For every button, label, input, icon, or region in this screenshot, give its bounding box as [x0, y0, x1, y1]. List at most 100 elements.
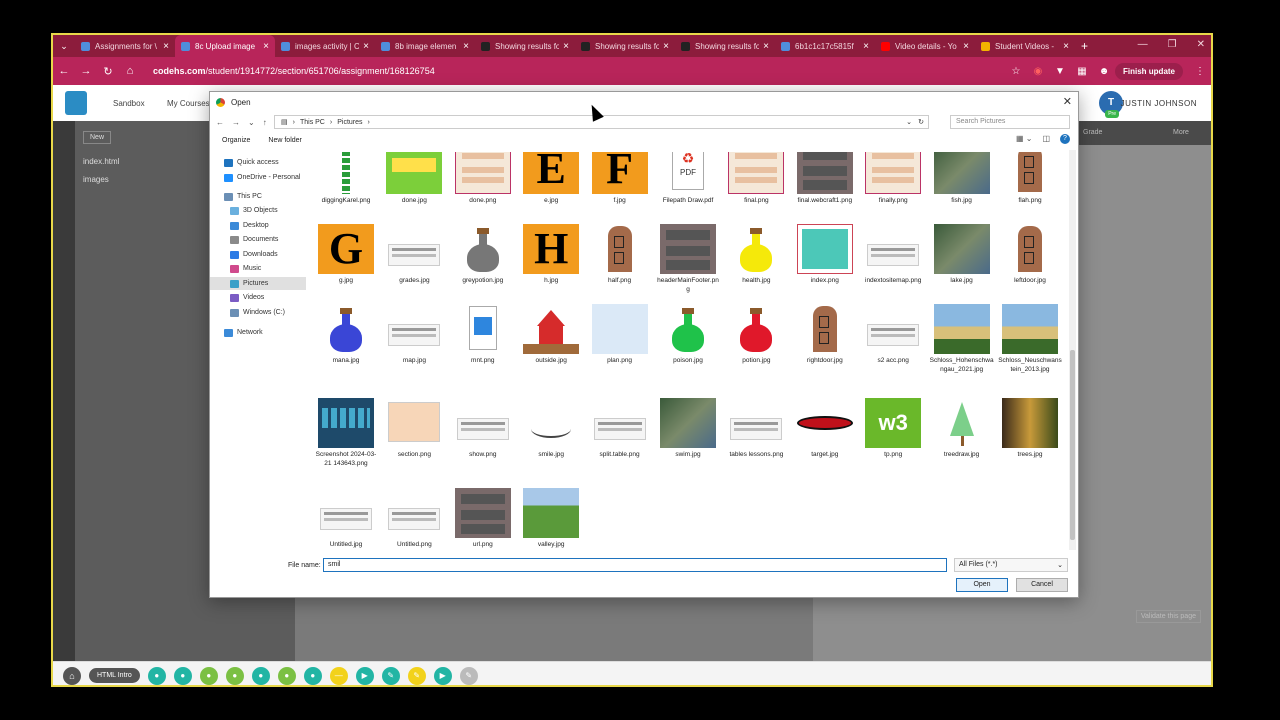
tab-close-icon[interactable]: × — [263, 41, 269, 52]
tab-search-icon[interactable]: ⌄ — [53, 41, 75, 52]
cancel-button[interactable]: Cancel — [1016, 578, 1068, 592]
file-item[interactable]: grades.jpg — [382, 224, 446, 286]
file-item[interactable]: Untitled.png — [382, 488, 446, 550]
file-item[interactable]: potion.jpg — [724, 304, 788, 366]
file-item[interactable]: ♻ PDF Filepath Draw.pdf — [656, 152, 720, 206]
forward-icon[interactable]: → — [232, 118, 240, 127]
forward-icon[interactable]: → — [75, 65, 97, 77]
file-name-input[interactable]: smil — [323, 558, 947, 572]
nav-item-music[interactable]: Music — [210, 262, 306, 275]
browser-tab[interactable]: Assignments for \ × — [75, 35, 175, 57]
lesson-step-icon[interactable]: ● — [225, 666, 244, 685]
new-file-button[interactable]: New — [83, 131, 112, 144]
file-item[interactable]: fish.jpg — [930, 152, 994, 206]
tab-close-icon[interactable]: × — [463, 41, 469, 52]
file-type-select[interactable]: All Files (*.*) ⌄ — [954, 558, 1068, 572]
open-button[interactable]: Open — [956, 578, 1008, 592]
file-item[interactable]: trees.jpg — [998, 398, 1062, 460]
menu-icon[interactable]: ⋮ — [1189, 66, 1211, 77]
file-item[interactable]: flah.png — [998, 152, 1062, 206]
nav-item-pictures[interactable]: Pictures — [210, 277, 306, 290]
file-item[interactable]: s2 acc.png — [861, 304, 925, 366]
file-item[interactable]: final.webcraft1.png — [793, 152, 857, 206]
reload-icon[interactable]: ↻ — [97, 65, 119, 78]
record-icon[interactable]: ◉ — [1027, 66, 1049, 77]
file-item[interactable]: indextositemap.png — [861, 224, 925, 286]
file-item[interactable]: Gg.jpg — [314, 224, 378, 286]
file-item[interactable]: Untitled.jpg — [314, 488, 378, 550]
browser-tab[interactable]: Student Videos - × — [975, 35, 1075, 57]
extension-icon[interactable]: ▼ — [1049, 66, 1071, 77]
browser-tab[interactable]: 6b1c1c17c5815f × — [775, 35, 875, 57]
file-item[interactable]: valley.jpg — [519, 488, 583, 550]
file-item[interactable]: Ff.jpg — [588, 152, 652, 206]
file-item[interactable]: url.png — [451, 488, 515, 550]
folder-images[interactable]: images — [83, 175, 109, 184]
tab-close-icon[interactable]: × — [563, 41, 569, 52]
nav-item-windows-c-[interactable]: Windows (C:) — [210, 306, 306, 319]
breadcrumb-this-pc[interactable]: This PC — [300, 119, 325, 126]
lesson-step-icon[interactable]: ● — [199, 666, 218, 685]
lesson-home-icon[interactable]: ⌂ — [63, 666, 81, 685]
recent-icon[interactable]: ⌄ — [248, 118, 255, 127]
file-item[interactable]: diggingKarel.png — [314, 152, 378, 206]
file-item[interactable]: lake.jpg — [930, 224, 994, 286]
dialog-close-icon[interactable]: ✕ — [1063, 95, 1072, 108]
browser-tab[interactable]: images activity | C × — [275, 35, 375, 57]
lesson-step-icon[interactable]: ● — [251, 666, 270, 685]
file-item[interactable]: leftdoor.jpg — [998, 224, 1062, 286]
nav-my-courses[interactable]: My Courses — [167, 99, 210, 108]
validate-button[interactable]: Validate this page — [1135, 610, 1201, 623]
more-tab[interactable]: More — [1173, 129, 1189, 136]
tab-close-icon[interactable]: × — [363, 41, 369, 52]
new-folder-button[interactable]: New folder — [268, 137, 301, 144]
browser-tab[interactable]: Showing results fo × — [575, 35, 675, 57]
home-icon[interactable]: ⌂ — [119, 65, 141, 77]
tab-close-icon[interactable]: × — [963, 41, 969, 52]
nav-item-desktop[interactable]: Desktop — [210, 219, 306, 232]
tab-close-icon[interactable]: × — [663, 41, 669, 52]
tab-close-icon[interactable]: × — [863, 41, 869, 52]
browser-tab[interactable]: Video details - Yo × — [875, 35, 975, 57]
browser-tab[interactable]: 8b image elemen × — [375, 35, 475, 57]
search-input[interactable]: Search Pictures — [950, 115, 1070, 129]
nav-item-this-pc[interactable]: This PC — [210, 190, 306, 203]
file-item[interactable]: show.png — [451, 398, 515, 460]
restore-icon[interactable]: ❐ — [1168, 39, 1177, 50]
breadcrumb-pictures[interactable]: Pictures — [337, 119, 362, 126]
file-item[interactable]: Schloss_Hohenschwangau_2021.jpg — [930, 304, 994, 375]
grade-tab[interactable]: Grade — [1083, 129, 1102, 136]
file-item[interactable]: Screenshot 2024-03-21 143643.png — [314, 398, 378, 469]
browser-tab[interactable]: Showing results fo × — [675, 35, 775, 57]
nav-item-onedrive-personal[interactable]: OneDrive - Personal — [210, 171, 306, 184]
chevron-down-icon[interactable]: ⌄ — [906, 118, 912, 126]
file-item[interactable]: headerMainFooter.png — [656, 224, 720, 295]
url-field[interactable]: codehs.com/student/1914772/section/65170… — [153, 66, 1005, 76]
file-item[interactable]: outside.jpg — [519, 304, 583, 366]
minimize-icon[interactable]: — — [1138, 39, 1148, 50]
file-item[interactable]: greypotion.jpg — [451, 224, 515, 286]
file-item[interactable]: Hh.jpg — [519, 224, 583, 286]
file-item[interactable]: split.table.png — [588, 398, 652, 460]
file-item[interactable]: target.jpg — [793, 398, 857, 460]
up-icon[interactable]: ↑ — [263, 118, 267, 127]
view-options-icon[interactable]: ▦ ⌄ — [1016, 134, 1032, 144]
file-item[interactable]: rightdoor.jpg — [793, 304, 857, 366]
organize-menu[interactable]: Organize — [222, 137, 250, 144]
lesson-step-icon[interactable]: ● — [277, 666, 296, 685]
nav-item-downloads[interactable]: Downloads — [210, 248, 306, 261]
help-icon[interactable]: ? — [1060, 134, 1070, 144]
nav-item-documents[interactable]: Documents — [210, 233, 306, 246]
file-item[interactable]: map.jpg — [382, 304, 446, 366]
finish-update-button[interactable]: Finish update — [1115, 62, 1183, 80]
file-item[interactable]: plan.png — [588, 304, 652, 366]
tab-close-icon[interactable]: × — [163, 41, 169, 52]
file-item[interactable]: smile.jpg — [519, 398, 583, 460]
edit-step-icon[interactable]: ✎ — [381, 666, 400, 685]
lesson-step-icon[interactable]: ● — [147, 666, 166, 685]
file-item[interactable]: tables lessons.png — [724, 398, 788, 460]
user-name[interactable]: JUSTIN JOHNSON — [1121, 99, 1197, 108]
file-item[interactable]: half.png — [588, 224, 652, 286]
file-item[interactable]: mnt.png — [451, 304, 515, 366]
file-item[interactable]: swim.jpg — [656, 398, 720, 460]
